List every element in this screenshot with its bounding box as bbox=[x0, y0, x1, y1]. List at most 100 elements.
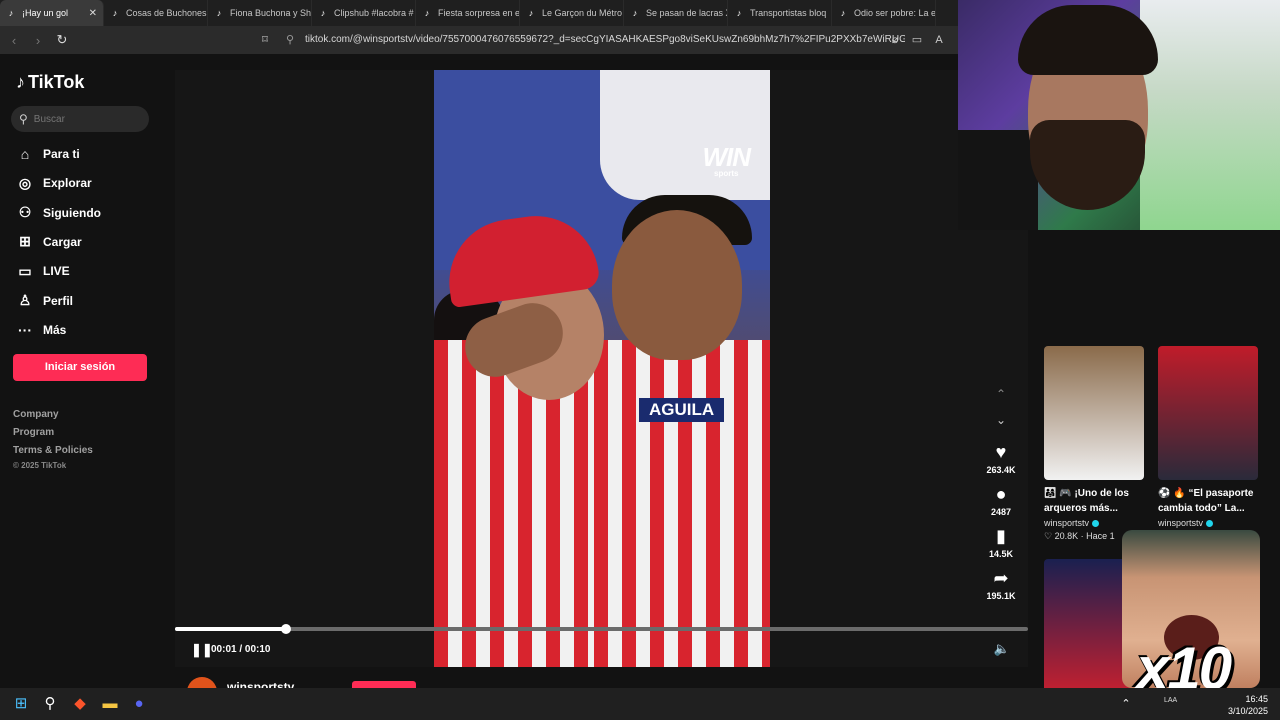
man-jersey bbox=[594, 340, 770, 667]
verified-badge-icon bbox=[1092, 519, 1100, 527]
tab-title: Fiesta sorpresa en e bbox=[438, 8, 520, 18]
sidebar-item-label: Explorar bbox=[43, 176, 92, 191]
browser-tab[interactable]: ♪ Cosas de Buchones bbox=[104, 0, 208, 26]
browser-tab-bar: ♪ ¡Hay un gol ✕ ♪ Cosas de Buchones ♪ Fiona Bu… bbox=[0, 0, 958, 26]
sidebar-item-siguiendo[interactable]: ⚇ Siguiendo bbox=[16, 202, 101, 224]
site-info-icon[interactable]: ⚲ bbox=[283, 33, 297, 47]
volume-icon[interactable]: 🔈 bbox=[994, 641, 1010, 657]
webcam-overlay bbox=[958, 0, 1280, 230]
browser-tab[interactable]: ♪ ¡Hay un gol ✕ bbox=[0, 0, 104, 26]
sidebar-item-label: Perfil bbox=[43, 293, 74, 308]
windows-start-icon[interactable]: ⊞ bbox=[11, 694, 31, 714]
bookmark-icon[interactable]: ⌑ bbox=[258, 33, 272, 47]
footer-link-terms[interactable]: Terms & Policies bbox=[13, 445, 93, 456]
video-frame[interactable]: WIN sports AGUILA bbox=[434, 70, 770, 667]
browser-tab[interactable]: ♪ Odio ser pobre: La e bbox=[832, 0, 936, 26]
reload-icon[interactable]: ↻ bbox=[52, 32, 72, 48]
login-button[interactable]: Iniciar sesión bbox=[13, 354, 147, 381]
video-player[interactable]: WIN sports AGUILA ❚❚ 00:01 / 00:10 🔈 bbox=[175, 70, 1028, 667]
url-text[interactable]: tiktok.com/@winsportstv/video/7557000476… bbox=[305, 26, 905, 54]
browser-tab[interactable]: ♪ Transportistas bloq bbox=[728, 0, 832, 26]
pause-icon[interactable]: ❚❚ bbox=[191, 642, 213, 658]
sidebar-item-label: Para ti bbox=[43, 147, 80, 161]
share-action[interactable]: ➦ 195.1K bbox=[983, 567, 1019, 605]
sidebar-item-live[interactable]: ▭ LIVE bbox=[16, 260, 70, 282]
author-username[interactable]: winsportstv bbox=[227, 680, 294, 688]
keyboard-language[interactable]: LAA bbox=[1164, 696, 1177, 705]
related-video-card[interactable]: ⚽ 🔥 “El pasaporte cambia todo” La... wins… bbox=[1158, 346, 1258, 528]
progress-knob[interactable] bbox=[280, 624, 291, 634]
browser-tab[interactable]: ♪ Fiesta sorpresa en e bbox=[416, 0, 520, 26]
cast-icon[interactable]: ⌀ bbox=[888, 33, 902, 47]
tiktok-favicon-icon: ♪ bbox=[8, 8, 14, 18]
video-title[interactable]: ⚽ 🔥 “El pasaporte cambia todo” La... bbox=[1158, 486, 1258, 516]
back-icon[interactable]: ‹ bbox=[4, 33, 24, 48]
follow-button[interactable] bbox=[352, 681, 416, 688]
share-icon[interactable]: ➦ bbox=[983, 567, 1019, 589]
system-clock[interactable]: 16:45 3/10/2025 bbox=[1228, 693, 1268, 717]
tab-title: Fiona Buchona y Sh bbox=[230, 8, 312, 18]
live-icon: ▭ bbox=[18, 262, 32, 279]
browser-tab[interactable]: ♪ Fiona Buchona y Sh bbox=[208, 0, 312, 26]
footer-link-program[interactable]: Program bbox=[13, 427, 54, 438]
author-avatar[interactable] bbox=[187, 677, 217, 688]
comment-action[interactable]: ● 2487 bbox=[983, 483, 1019, 521]
footer-link-company[interactable]: Company bbox=[13, 409, 59, 420]
video-author[interactable]: winsportstv bbox=[1158, 518, 1258, 528]
tiktok-logo[interactable]: ♪ TikTok bbox=[16, 72, 84, 93]
video-thumbnail[interactable] bbox=[1158, 346, 1258, 480]
sidebar-item-perfil[interactable]: ♙ Perfil bbox=[16, 290, 73, 312]
comment-icon[interactable]: ● bbox=[983, 483, 1019, 505]
related-video-card[interactable]: 👨‍👩‍👧 🎮 ¡Uno de los arqueros más... winsp… bbox=[1044, 346, 1144, 542]
progress-fill bbox=[175, 627, 286, 631]
search-icon[interactable]: ⚲ bbox=[40, 694, 60, 714]
tab-title: Cosas de Buchones bbox=[126, 8, 207, 18]
tiktok-favicon-icon: ♪ bbox=[216, 8, 222, 18]
save-action[interactable]: ▮ 14.5K bbox=[983, 525, 1019, 563]
file-explorer-icon[interactable]: ▬ bbox=[100, 694, 120, 714]
tiktok-favicon-icon: ♪ bbox=[112, 8, 118, 18]
video-thumbnail[interactable] bbox=[1044, 346, 1144, 480]
tab-title: Transportistas bloq bbox=[750, 8, 827, 18]
previous-video-icon[interactable]: ⌃ bbox=[983, 385, 1019, 411]
sidebar-item-cargar[interactable]: ⊞ Cargar bbox=[16, 231, 82, 253]
brave-browser-icon[interactable]: ◆ bbox=[70, 694, 90, 714]
man-face bbox=[612, 210, 742, 360]
video-title[interactable]: 👨‍👩‍👧 🎮 ¡Uno de los arqueros más... bbox=[1044, 486, 1144, 516]
translate-icon[interactable]: A bbox=[932, 33, 946, 47]
tiktok-favicon-icon: ♪ bbox=[632, 8, 638, 18]
tiktok-favicon-icon: ♪ bbox=[840, 8, 846, 18]
search-box[interactable]: ⚲ bbox=[11, 106, 149, 132]
forward-icon[interactable]: › bbox=[28, 33, 48, 48]
copyright-text: © 2025 TikTok bbox=[13, 461, 67, 470]
close-tab-icon[interactable]: ✕ bbox=[89, 8, 97, 19]
discord-icon[interactable]: ● bbox=[129, 694, 149, 714]
like-action[interactable]: ♥ 263.4K bbox=[983, 441, 1019, 479]
sidebar-item-explorar[interactable]: ◎ Explorar bbox=[16, 172, 92, 194]
next-video-icon[interactable]: ⌄ bbox=[983, 411, 1019, 437]
tab-title: ¡Hay un gol bbox=[22, 8, 69, 18]
sidebar-item-label: Siguiendo bbox=[43, 205, 101, 220]
sidebar-item-label: Más bbox=[43, 322, 67, 337]
video-author[interactable]: winsportstv bbox=[1044, 518, 1144, 528]
like-count: 263.4K bbox=[986, 465, 1016, 475]
compass-icon: ◎ bbox=[18, 174, 32, 191]
video-progress-bar[interactable] bbox=[175, 624, 1028, 634]
browser-tab[interactable]: ♪ Le Garçon du Métro bbox=[520, 0, 624, 26]
sidebar-item-label: LIVE bbox=[43, 264, 70, 279]
search-input[interactable] bbox=[33, 113, 134, 125]
tiktok-sidebar: ♪ TikTok ⚲ ⌂ Para ti ◎ Explorar ⚇ Siguiendo ⊞ C… bbox=[0, 54, 175, 688]
webcam-wall bbox=[1140, 0, 1280, 230]
browser-tab[interactable]: ♪ Clipshub #lacobra # bbox=[312, 0, 416, 26]
bookmark-icon[interactable]: ▮ bbox=[983, 525, 1019, 547]
heart-icon[interactable]: ♥ bbox=[983, 441, 1019, 463]
screen-icon[interactable]: ▭ bbox=[910, 33, 924, 47]
sidebar-item-para-ti[interactable]: ⌂ Para ti bbox=[16, 143, 80, 165]
sidebar-item-ms[interactable]: ··· Más bbox=[16, 319, 66, 341]
clock-date: 3/10/2025 bbox=[1227, 706, 1268, 716]
brand-name: TikTok bbox=[28, 72, 85, 92]
tray-expand-icon[interactable]: ⌃ bbox=[1116, 694, 1136, 714]
posted-time: Hace 1 bbox=[1086, 531, 1115, 541]
author-name: winsportstv bbox=[1158, 518, 1204, 528]
browser-tab[interactable]: ♪ Se pasan de lacras X bbox=[624, 0, 728, 26]
